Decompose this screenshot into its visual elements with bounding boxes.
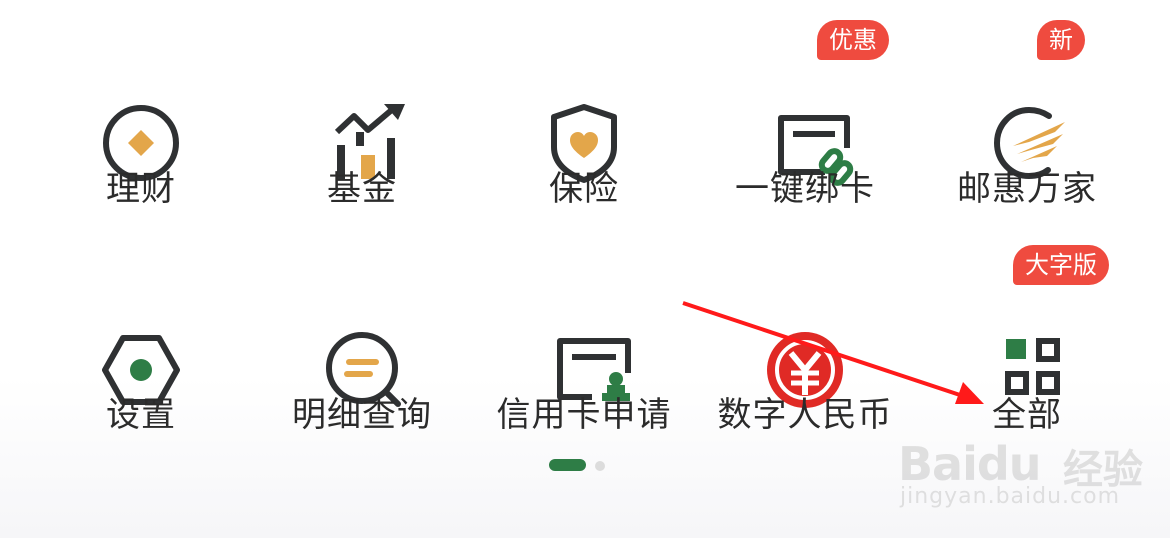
large-font-badge: 大字版	[1013, 245, 1109, 285]
baidu-watermark: Baidu 经验 jingyan.baidu.com	[898, 412, 1168, 522]
grid-item-wealth[interactable]: 理财	[31, 40, 251, 240]
grid-item-digital-rmb[interactable]: 数字人民币	[695, 265, 915, 465]
grid-item-label: 设置	[106, 395, 176, 435]
grid-item-fund[interactable]: 基金	[252, 40, 472, 240]
grid-item-label: 明细查询	[292, 395, 432, 435]
grid-item-settings[interactable]: 设置	[31, 265, 251, 465]
grid-item-insurance[interactable]: 保险	[474, 40, 694, 240]
grid-item-label: 一键绑卡	[735, 169, 875, 209]
grid-item-label: 信用卡申请	[496, 395, 672, 435]
grid-item-bind-card[interactable]: 一键绑卡 优惠	[695, 20, 915, 240]
grid-item-label: 邮惠万家	[957, 169, 1097, 209]
grid-item-credit-card-apply[interactable]: 信用卡申请	[474, 265, 694, 465]
grid-item-label: 基金	[327, 169, 397, 209]
grid-item-postal-benefit[interactable]: 邮惠万家 新	[917, 20, 1137, 240]
grid-item-label: 数字人民币	[717, 395, 893, 435]
page-dot[interactable]	[595, 461, 605, 471]
watermark-brand: Baidu	[898, 437, 1042, 491]
page-dot-active[interactable]	[549, 459, 586, 471]
new-badge: 新	[1037, 20, 1085, 60]
watermark-url: jingyan.baidu.com	[900, 484, 1121, 509]
grid-item-label: 保险	[549, 169, 619, 209]
grid-item-details-query[interactable]: 明细查询	[252, 265, 472, 465]
grid-item-label: 理财	[106, 169, 176, 209]
promo-badge: 优惠	[817, 20, 889, 60]
